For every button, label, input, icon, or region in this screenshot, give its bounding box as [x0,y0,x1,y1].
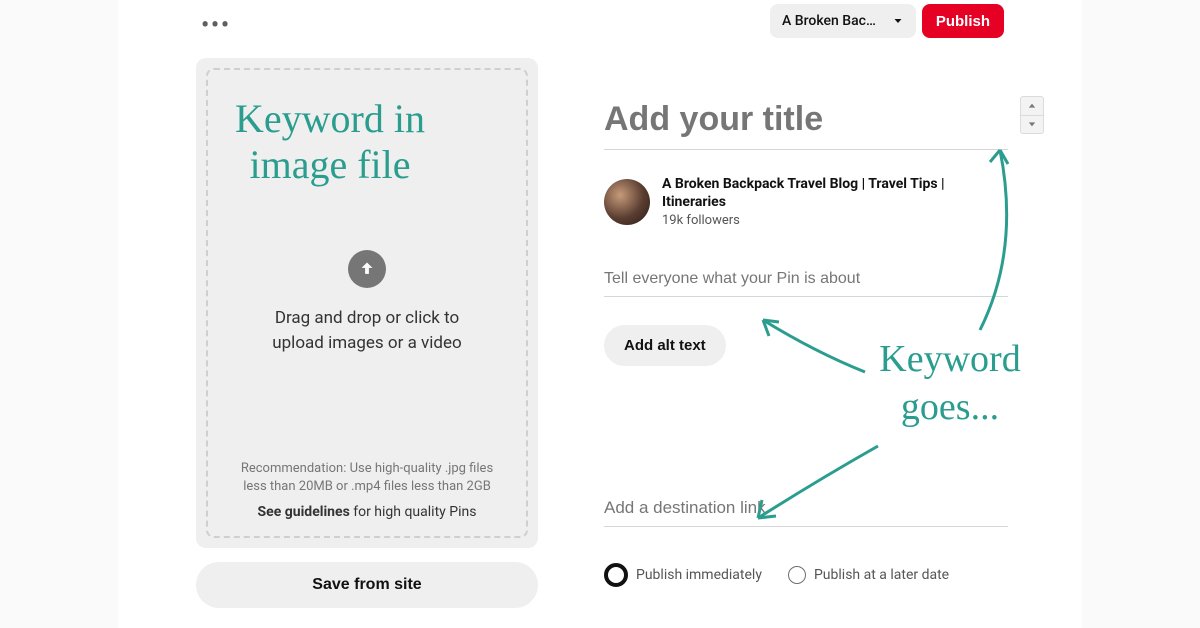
stepper-up[interactable] [1021,97,1043,116]
publish-later-label: Publish at a later date [814,567,949,583]
publish-later-option[interactable]: Publish at a later date [788,566,949,584]
publish-immediately-option[interactable]: Publish immediately [604,563,762,587]
upload-recommendation: Recommendation: Use high-quality .jpg fi… [230,460,504,496]
publish-immediately-label: Publish immediately [636,567,762,583]
chevron-down-icon [892,15,904,27]
ellipsis-icon: ••• [201,13,231,38]
more-options-button[interactable]: ••• [196,10,236,40]
header-bar: ••• A Broken Bac… Publish [118,0,1082,50]
alt-text-button[interactable]: Add alt text [604,325,726,366]
left-column: Drag and drop or click to upload images … [196,58,538,608]
board-select[interactable]: A Broken Bac… [770,4,916,38]
radio-icon [788,566,806,584]
upload-icon [348,250,386,288]
upload-guidelines: See guidelines for high quality Pins [230,504,504,520]
profile-name: A Broken Backpack Travel Blog | Travel T… [662,176,962,211]
avatar [604,179,650,225]
guidelines-link[interactable]: See guidelines [258,504,350,520]
profile-block: A Broken Backpack Travel Blog | Travel T… [604,176,1008,228]
radio-icon [604,563,628,587]
stepper-down[interactable] [1021,116,1043,134]
destination-link-input[interactable] [604,496,1008,527]
board-select-label: A Broken Bac… [782,13,876,29]
publish-button[interactable]: Publish [922,4,1004,38]
save-from-site-button[interactable]: Save from site [196,562,538,608]
followers-count: 19k followers [662,213,962,228]
upload-dropzone[interactable]: Drag and drop or click to upload images … [196,58,538,548]
publish-options: Publish immediately Publish at a later d… [604,563,1008,587]
upload-instruction: Drag and drop or click to upload images … [252,306,482,355]
title-stepper[interactable] [1020,96,1044,134]
description-input[interactable] [604,268,1008,297]
title-input[interactable] [604,96,1008,150]
form-column: A Broken Backpack Travel Blog | Travel T… [604,96,1008,587]
